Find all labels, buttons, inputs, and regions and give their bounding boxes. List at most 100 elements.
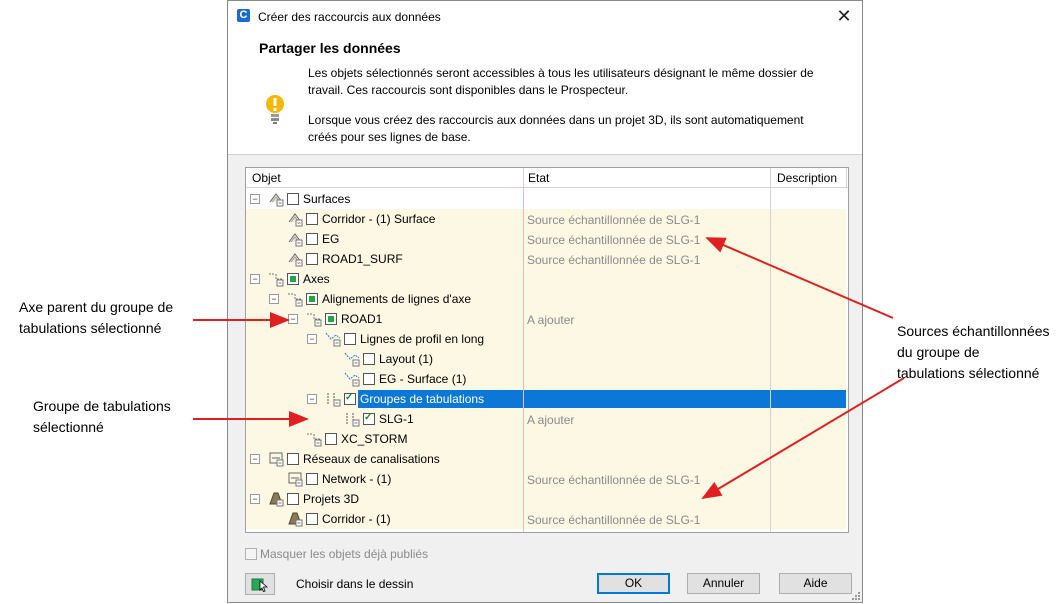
tree-item-checkbox[interactable] (287, 273, 299, 285)
tree-row[interactable]: − Lignes de profil en long (246, 329, 846, 349)
tree-row[interactable]: Network - (1) Source échantillonnée de SL… (246, 469, 846, 489)
tree-item-checkbox[interactable] (306, 213, 318, 225)
tree-item-checkbox[interactable] (306, 253, 318, 265)
surface-folder-icon (269, 193, 284, 207)
alignment-icon (307, 313, 322, 327)
tree-item-checkbox[interactable] (287, 193, 299, 205)
tree-item-checkbox[interactable] (306, 233, 318, 245)
sample-line-icon (346, 413, 360, 427)
tree-item-checkbox[interactable] (306, 473, 318, 485)
tree-row[interactable]: EG - Surface (1) (246, 369, 846, 389)
collapse-toggle-icon[interactable]: − (307, 334, 317, 344)
collapse-toggle-icon[interactable]: − (288, 314, 298, 324)
tree-item-label: XC_STORM (341, 432, 408, 446)
collapse-toggle-icon[interactable]: − (250, 194, 260, 204)
tree-item-checkbox[interactable] (325, 433, 337, 445)
alignment-icon (307, 433, 322, 447)
sample-line-folder-icon (327, 393, 341, 407)
pick-from-drawing-label: Choisir dans le dessin (296, 577, 414, 591)
resize-grip-icon[interactable] (852, 592, 860, 600)
hide-published-label: Masquer les objets déjà publiés (260, 547, 429, 561)
collapse-toggle-icon[interactable]: − (269, 294, 279, 304)
tree-item-label: ROAD1 (341, 312, 383, 326)
tree-item-label: Surfaces (303, 192, 351, 206)
annotation-line: tabulations sélectionné (897, 365, 1040, 381)
section-title: Partager les données (259, 40, 401, 56)
annotation-parent-alignment: Axe parent du groupe de tabulations séle… (19, 297, 173, 339)
tree-item-checkbox[interactable] (344, 392, 356, 405)
annotation-selected-group: Groupe de tabulations sélectionné (33, 396, 171, 438)
surface-icon (288, 213, 303, 227)
collapse-toggle-icon[interactable]: − (250, 454, 260, 464)
tree-item-state: Source échantillonnée de SLG-1 (527, 213, 701, 227)
tree-item-checkbox[interactable] (306, 513, 318, 525)
tree-row[interactable]: − Réseaux de canalisations (246, 449, 846, 469)
close-icon[interactable]: ✕ (832, 4, 856, 28)
tree-row[interactable]: ROAD1_SURF Source échantillonnée de SLG-1 (246, 249, 846, 269)
column-separator[interactable] (770, 168, 771, 187)
column-guide-line (770, 187, 771, 532)
annotation-line: Sources échantillonnées (897, 323, 1050, 339)
annotation-line: Axe parent du groupe de (19, 299, 174, 315)
tree-item-label: Corridor - (1) (322, 512, 391, 526)
tree-item-checkbox[interactable] (363, 412, 375, 425)
tree-item-label: Corridor - (1) Surface (322, 212, 436, 226)
info-paragraph: Les objets sélectionnés seront accessibl… (308, 66, 814, 97)
column-header-description[interactable]: Description (777, 171, 837, 185)
pipe-network-icon (288, 472, 303, 487)
help-button[interactable]: Aide (779, 573, 852, 594)
collapse-toggle-icon[interactable]: − (307, 394, 317, 404)
tree-item-label: EG - Surface (1) (379, 372, 467, 386)
tree-item-checkbox[interactable] (325, 313, 337, 325)
tree-item-label: EG (322, 232, 340, 246)
collapse-toggle-icon[interactable]: − (250, 494, 260, 504)
tree-item-checkbox[interactable] (287, 493, 299, 505)
tree-item-state: Source échantillonnée de SLG-1 (527, 253, 701, 267)
tree-row[interactable]: − Surfaces (246, 189, 846, 209)
tree-item-label: SLG-1 (379, 412, 414, 426)
civil3d-app-icon: C (237, 9, 250, 22)
collapse-toggle-icon[interactable]: − (250, 274, 260, 284)
tree-item-checkbox[interactable] (363, 353, 375, 365)
tree-item-checkbox[interactable] (344, 333, 356, 345)
surface-icon (288, 253, 303, 267)
profile-icon (344, 372, 360, 387)
grid-header: Objet Etat Description (246, 168, 848, 188)
annotation-line: tabulations sélectionné (19, 320, 162, 336)
tree-row[interactable]: − Projets 3D (246, 489, 846, 509)
tree-item-state: Source échantillonnée de SLG-1 (527, 513, 701, 527)
tree-row[interactable]: − Groupes de tabulations (246, 389, 846, 409)
pick-from-drawing-button[interactable] (245, 573, 275, 595)
profile-folder-icon (325, 332, 341, 347)
tree-row[interactable]: EG Source échantillonnée de SLG-1 (246, 229, 846, 249)
tree-row[interactable]: SLG-1 A ajouter (246, 409, 846, 429)
tree-item-checkbox[interactable] (287, 453, 299, 465)
tree-row[interactable]: Layout (1) (246, 349, 846, 369)
corridor-icon (288, 512, 303, 527)
tree-item-label: Axes (303, 272, 330, 286)
tree-row[interactable]: − Alignements de lignes d'axe (246, 289, 846, 309)
tree-row[interactable]: XC_STORM (246, 429, 846, 449)
tree-item-state: Source échantillonnée de SLG-1 (527, 233, 701, 247)
tree-row[interactable]: Corridor - (1) Surface Source échantillon… (246, 209, 846, 229)
tree-item-label: Alignements de lignes d'axe (322, 292, 472, 306)
alignment-folder-icon (288, 293, 303, 307)
tree-item-state: A ajouter (527, 413, 575, 427)
tree-item-label: Projets 3D (303, 492, 360, 506)
hide-published-checkbox[interactable] (245, 548, 257, 560)
column-header-object[interactable]: Objet (252, 171, 281, 185)
tree-item-checkbox[interactable] (306, 293, 318, 305)
column-separator[interactable] (523, 168, 524, 187)
info-paragraph: Lorsque vous créez des raccourcis aux do… (308, 113, 804, 144)
tree-item-checkbox[interactable] (363, 373, 375, 385)
tree-row[interactable]: Corridor - (1) Source échantillonnée de S… (246, 509, 846, 529)
column-header-state[interactable]: Etat (528, 171, 549, 185)
tree-row[interactable]: − ROAD1 A ajouter (246, 309, 846, 329)
tree-item-label: Réseaux de canalisations (303, 452, 440, 466)
objects-tree-grid[interactable]: Objet Etat Description − Surfaces Corridor… (245, 167, 849, 533)
ok-button[interactable]: OK (597, 573, 670, 594)
column-separator[interactable] (846, 168, 847, 187)
cancel-button[interactable]: Annuler (687, 573, 760, 594)
annotation-line: Groupe de tabulations (33, 398, 171, 414)
tree-row[interactable]: − Axes (246, 269, 846, 289)
